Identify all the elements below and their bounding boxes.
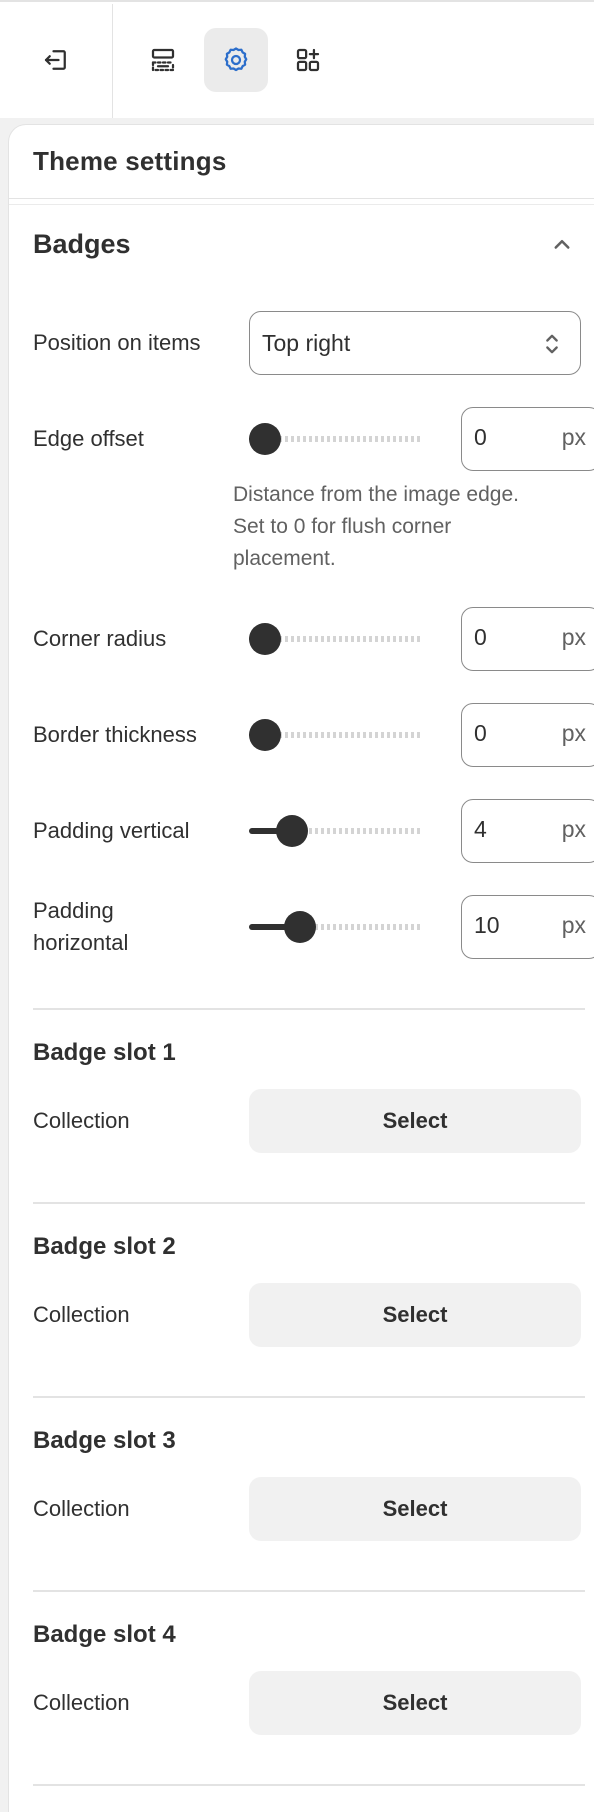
border-thickness-row: Border thickness 0 px xyxy=(33,703,594,767)
edge-offset-row: Edge offset 0 px xyxy=(33,407,594,471)
panel-header: Theme settings xyxy=(9,125,594,199)
badge-slot-title: Badge slot 3 xyxy=(33,1427,176,1454)
collection-label: Collection xyxy=(33,1496,130,1521)
border-thickness-value: 0 xyxy=(474,720,487,746)
help-line: placement. xyxy=(233,547,336,570)
panel-title: Theme settings xyxy=(33,146,227,176)
chevron-up-icon[interactable] xyxy=(547,230,577,260)
border-thickness-input[interactable]: 0 px xyxy=(461,703,594,767)
padding-horizontal-row: Padding horizontal 10 px xyxy=(33,895,594,959)
border-thickness-unit: px xyxy=(561,720,586,746)
padding-vertical-input[interactable]: 4 px xyxy=(461,799,594,863)
corner-radius-label: Corner radius xyxy=(33,626,167,651)
label-line: horizontal xyxy=(33,930,129,955)
edge-offset-knob[interactable] xyxy=(249,423,281,455)
corner-radius-unit: px xyxy=(561,624,586,650)
position-select[interactable]: Top right xyxy=(249,311,581,375)
toolbar-divider xyxy=(112,4,113,118)
padding-horizontal-label: Padding horizontal xyxy=(33,895,128,959)
position-row: Position on items Top right xyxy=(33,311,585,375)
padding-vertical-unit: px xyxy=(561,816,586,842)
position-label: Position on items xyxy=(33,330,201,355)
help-line: Set to 0 for flush corner xyxy=(233,515,452,538)
corner-radius-knob[interactable] xyxy=(249,623,281,655)
divider xyxy=(33,1784,585,1786)
sections-button[interactable] xyxy=(131,28,195,92)
section-title: Badges xyxy=(33,229,131,259)
exit-icon xyxy=(44,50,66,70)
collection-label: Collection xyxy=(33,1302,130,1327)
edge-offset-label: Edge offset xyxy=(33,426,144,451)
collection-label: Collection xyxy=(33,1690,130,1715)
sections-icon xyxy=(151,48,175,72)
padding-vertical-value: 4 xyxy=(474,816,487,842)
badge-slot-title: Badge slot 2 xyxy=(33,1233,176,1260)
edge-offset-input[interactable]: 0 px xyxy=(461,407,594,471)
theme-settings-button[interactable] xyxy=(204,28,268,92)
padding-horizontal-knob[interactable] xyxy=(283,911,316,943)
padding-horizontal-unit: px xyxy=(561,912,586,938)
badge-slot-title: Badge slot 4 xyxy=(33,1621,176,1648)
corner-radius-value: 0 xyxy=(474,624,487,650)
corner-radius-row: Corner radius 0 px xyxy=(33,607,594,671)
select-arrows-icon xyxy=(546,334,558,354)
theme-settings-panel: Theme settings Badges Position on items … xyxy=(8,124,594,1812)
collection-select-button[interactable]: Select xyxy=(249,1477,581,1541)
padding-vertical-label: Padding vertical xyxy=(33,818,190,843)
collection-select-button[interactable]: Select xyxy=(249,1283,581,1347)
corner-radius-input[interactable]: 0 px xyxy=(461,607,594,671)
divider xyxy=(33,1396,585,1398)
badge-slot-title: Badge slot 1 xyxy=(33,1039,176,1066)
help-line: Distance from the image edge. xyxy=(233,483,519,506)
badges-section-header[interactable]: Badges xyxy=(33,229,585,260)
label-line: Padding xyxy=(33,898,114,923)
apps-icon xyxy=(296,48,320,72)
collection-label: Collection xyxy=(33,1108,130,1133)
collection-select-button[interactable]: Select xyxy=(249,1671,581,1735)
exit-button[interactable] xyxy=(24,28,88,92)
top-toolbar xyxy=(0,0,594,118)
border-thickness-knob[interactable] xyxy=(249,719,281,751)
collection-select-button[interactable]: Select xyxy=(249,1089,581,1153)
padding-horizontal-input[interactable]: 10 px xyxy=(461,895,594,959)
border-thickness-label: Border thickness xyxy=(33,722,197,747)
divider xyxy=(33,1008,585,1010)
apps-button[interactable] xyxy=(276,28,340,92)
edge-offset-unit: px xyxy=(561,424,586,450)
padding-horizontal-value: 10 xyxy=(474,912,500,938)
padding-vertical-row: Padding vertical 4 px xyxy=(33,799,594,863)
divider xyxy=(33,1202,585,1204)
header-divider xyxy=(9,199,594,205)
edge-offset-value: 0 xyxy=(474,424,487,450)
divider xyxy=(33,1590,585,1592)
position-value: Top right xyxy=(262,329,351,356)
edge-offset-help: Distance from the image edge. Set to 0 f… xyxy=(233,479,573,575)
padding-vertical-knob[interactable] xyxy=(275,815,308,847)
gear-icon xyxy=(224,47,248,72)
